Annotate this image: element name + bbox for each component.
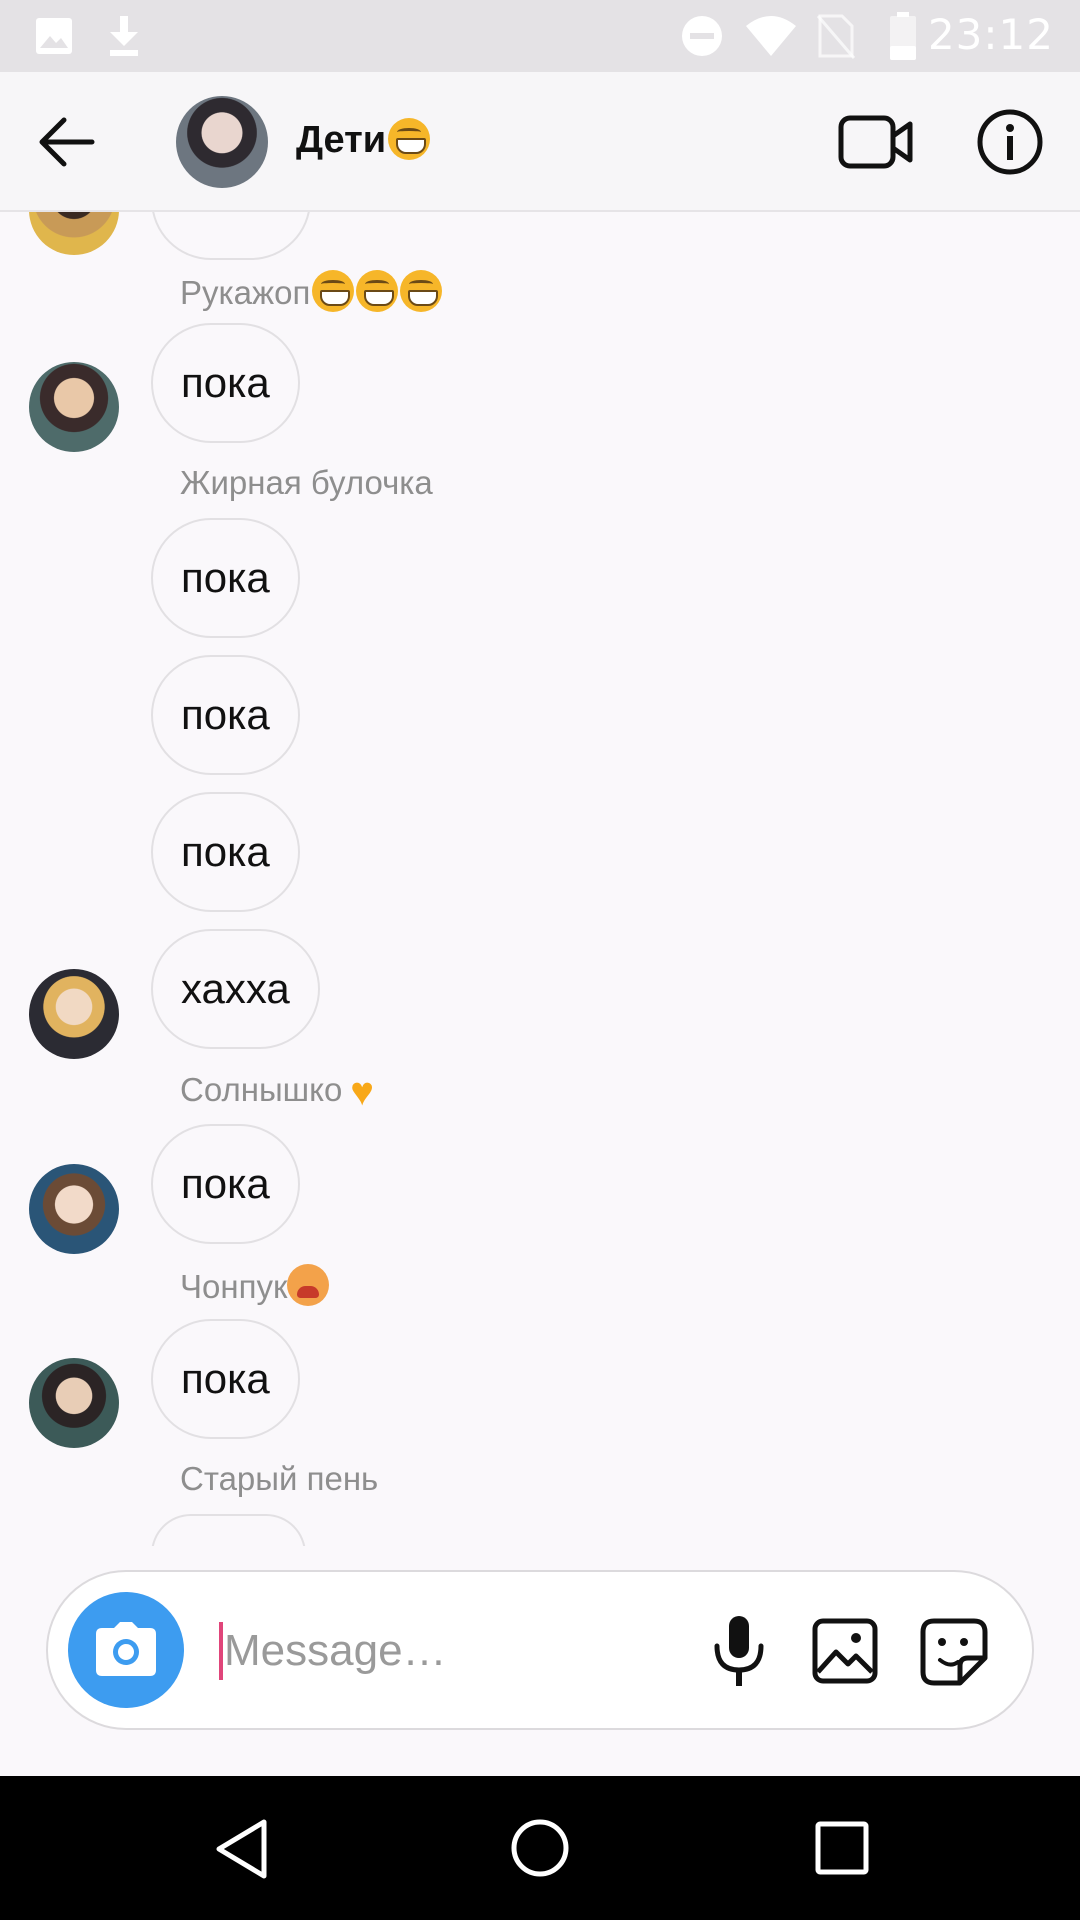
message-bubble[interactable]: пока bbox=[151, 1319, 300, 1439]
message-bubble[interactable]: пока bbox=[151, 792, 300, 912]
camera-icon bbox=[96, 1622, 156, 1676]
camera-button[interactable] bbox=[68, 1592, 184, 1708]
wifi-icon bbox=[746, 16, 796, 56]
grinning-emoji-icon bbox=[388, 118, 431, 160]
message-input[interactable] bbox=[224, 1616, 584, 1686]
sender-avatar[interactable] bbox=[29, 212, 119, 255]
grinning-emoji-icon bbox=[312, 270, 355, 312]
crying-emoji-icon bbox=[287, 1264, 330, 1306]
sender-name: Чонпук bbox=[180, 1264, 330, 1306]
sticker-icon[interactable] bbox=[920, 1618, 988, 1686]
download-icon bbox=[110, 16, 138, 56]
nav-back-icon[interactable] bbox=[214, 1818, 270, 1880]
message-bubble[interactable]: пока bbox=[151, 1124, 300, 1244]
do-not-disturb-icon bbox=[682, 16, 722, 56]
video-call-icon[interactable] bbox=[838, 112, 914, 172]
sender-name-text: Рукажоп bbox=[180, 274, 311, 311]
message-bubble[interactable]: пока bbox=[151, 655, 300, 775]
no-sim-icon bbox=[816, 14, 856, 59]
system-nav-bar bbox=[0, 1776, 1080, 1920]
image-icon bbox=[36, 18, 72, 54]
chat-header: Дети bbox=[0, 72, 1080, 212]
message-bubble[interactable]: пока bbox=[151, 323, 300, 443]
sender-name-text: Чонпук bbox=[180, 1268, 288, 1305]
screen: 23:12 Дети Рукажоп пока Жирная булочка п… bbox=[0, 0, 1080, 1920]
message-bubble[interactable]: пока bbox=[151, 518, 300, 638]
sender-name: Солнышко ♥ bbox=[180, 1070, 374, 1115]
status-bar: 23:12 bbox=[0, 0, 1080, 72]
text-cursor bbox=[219, 1622, 223, 1680]
yellow-heart-icon: ♥ bbox=[350, 1070, 375, 1114]
back-arrow-icon[interactable] bbox=[38, 116, 96, 168]
info-icon[interactable] bbox=[976, 108, 1044, 176]
grinning-emoji-icon bbox=[400, 270, 443, 312]
message-bubble-partial[interactable] bbox=[151, 212, 311, 260]
message-bubble-partial[interactable] bbox=[151, 1514, 306, 1546]
sender-avatar[interactable] bbox=[29, 969, 119, 1059]
gallery-icon[interactable] bbox=[812, 1618, 878, 1684]
message-bubble[interactable]: хахха bbox=[151, 929, 320, 1049]
sender-name: Рукажоп bbox=[180, 270, 443, 312]
message-composer bbox=[46, 1570, 1034, 1730]
sender-name: Старый пень bbox=[180, 1460, 379, 1497]
nav-recents-icon[interactable] bbox=[814, 1820, 870, 1876]
chat-title-text: Дети bbox=[296, 119, 387, 161]
status-time: 23:12 bbox=[927, 10, 1054, 59]
sender-name-text: Солнышко bbox=[180, 1071, 343, 1108]
message-list[interactable]: Рукажоп пока Жирная булочка пока пока по… bbox=[0, 212, 1080, 1546]
sender-avatar[interactable] bbox=[29, 1164, 119, 1254]
battery-icon bbox=[890, 12, 916, 60]
grinning-emoji-icon bbox=[356, 270, 399, 312]
microphone-icon[interactable] bbox=[712, 1614, 766, 1690]
nav-home-icon[interactable] bbox=[510, 1818, 570, 1878]
sender-avatar[interactable] bbox=[29, 362, 119, 452]
sender-name: Жирная булочка bbox=[180, 464, 433, 501]
chat-title[interactable]: Дети bbox=[296, 118, 431, 162]
sender-avatar[interactable] bbox=[29, 1358, 119, 1448]
group-avatar[interactable] bbox=[176, 96, 268, 188]
